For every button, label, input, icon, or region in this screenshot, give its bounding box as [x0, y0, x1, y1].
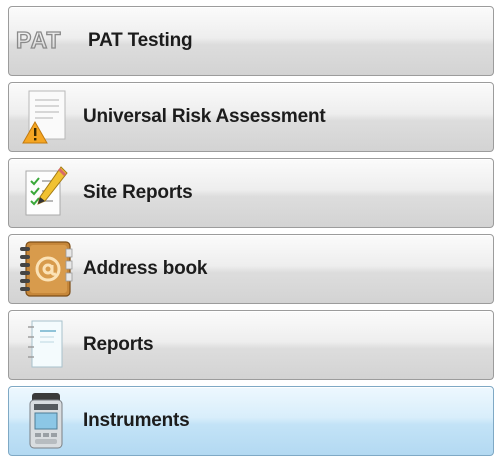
- checklist-pencil-icon: [9, 162, 83, 224]
- menu-item-reports[interactable]: Reports: [8, 310, 494, 380]
- menu-item-label: Instruments: [83, 410, 190, 431]
- menu-item-instruments[interactable]: Instruments: [8, 386, 494, 456]
- report-document-icon: [9, 314, 83, 376]
- menu-item-label: PAT Testing: [88, 30, 193, 51]
- main-menu: PAT PAT Testing Universal Risk Assessmen…: [0, 0, 498, 465]
- menu-item-universal-risk-assessment[interactable]: Universal Risk Assessment: [8, 82, 494, 152]
- menu-item-label: Address book: [83, 258, 208, 279]
- menu-item-address-book[interactable]: Address book: [8, 234, 494, 304]
- menu-item-site-reports[interactable]: Site Reports: [8, 158, 494, 228]
- address-book-icon: [9, 238, 83, 300]
- menu-item-label: Reports: [83, 334, 154, 355]
- warning-document-icon: [9, 86, 83, 148]
- menu-item-label: Site Reports: [83, 182, 193, 203]
- instrument-device-icon: [9, 390, 83, 452]
- menu-item-label: Universal Risk Assessment: [83, 106, 326, 127]
- menu-item-pat-testing[interactable]: PAT PAT Testing: [8, 6, 494, 76]
- pat-logo-icon: PAT: [15, 29, 62, 51]
- svg-text:PAT: PAT: [16, 29, 62, 51]
